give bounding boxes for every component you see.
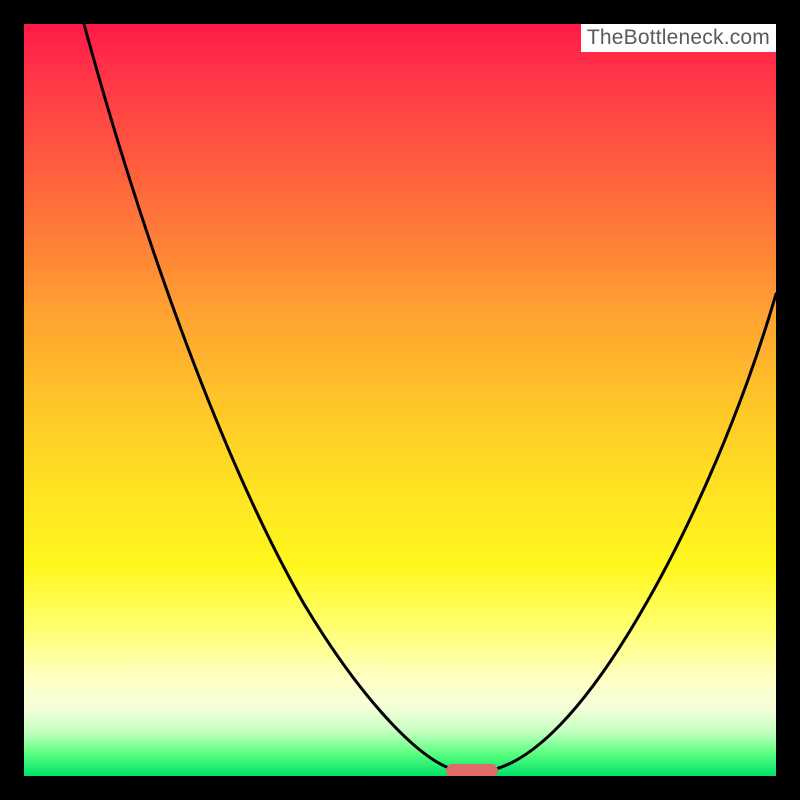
optimal-marker: [446, 764, 498, 776]
chart-container: TheBottleneck.com: [0, 0, 800, 800]
plot-area: [24, 24, 776, 776]
chart-svg: [24, 24, 776, 776]
bottleneck-left-curve: [84, 24, 456, 770]
watermark: TheBottleneck.com: [581, 24, 776, 52]
bottleneck-right-curve: [492, 294, 776, 770]
